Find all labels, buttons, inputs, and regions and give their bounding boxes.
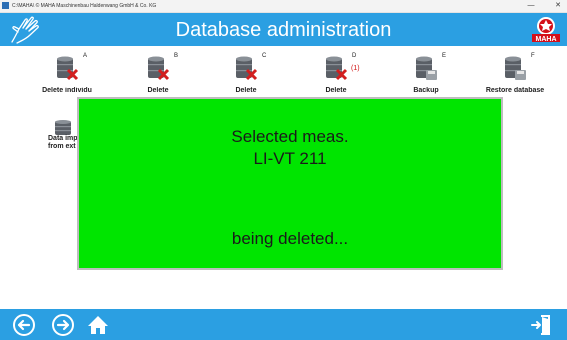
forward-icon[interactable] [51,313,75,337]
page-title: Database administration [175,19,392,41]
tile-label: Data imp from ext [48,135,78,150]
shortcut-key: B [174,53,179,59]
shortcut-key: A [83,53,88,59]
database-delete-icon [236,56,258,81]
header-bar: Database administration MAHA [0,13,567,46]
shortcut-key: F [531,53,535,59]
exit-icon[interactable] [530,313,554,337]
tile-label: Delete [325,87,347,94]
app-icon [2,2,9,9]
database-delete-icon [57,56,79,81]
dialog-line-2: LI-VT 211 [253,149,327,168]
dialog-line-3: being deleted... [231,229,349,248]
tile-label: Delete [235,87,257,94]
close-button[interactable]: ✕ [551,0,565,12]
footer-bar [0,309,567,340]
back-icon[interactable] [12,313,36,337]
tile-label: Delete individu [42,87,92,94]
shortcut-key: D [352,53,357,59]
maha-logo: MAHA [532,17,560,43]
shortcut-key: E [442,53,447,59]
database-delete-icon [148,56,170,81]
tile-label: Restore database [485,87,545,94]
home-icon[interactable] [86,313,110,337]
minimize-button[interactable]: — [524,0,538,12]
database-backup-icon [416,56,437,80]
tile-label: Delete [147,87,169,94]
deleting-dialog: Selected meas. LI-VT 211 being deleted..… [77,97,503,270]
window-title: C:\MAHA\ © MAHA Maschinenbau Haldenwang … [12,3,157,9]
svg-text:MAHA: MAHA [536,36,557,43]
database-restore-icon [505,56,526,80]
tile-label: Backup [413,87,439,94]
shortcut-key: C [262,53,267,59]
count-badge: (1) [351,65,360,72]
dialog-line-1: Selected meas. [231,127,349,146]
database-delete-icon [326,56,348,81]
window-titlebar: C:\MAHA\ © MAHA Maschinenbau Haldenwang … [0,0,567,13]
